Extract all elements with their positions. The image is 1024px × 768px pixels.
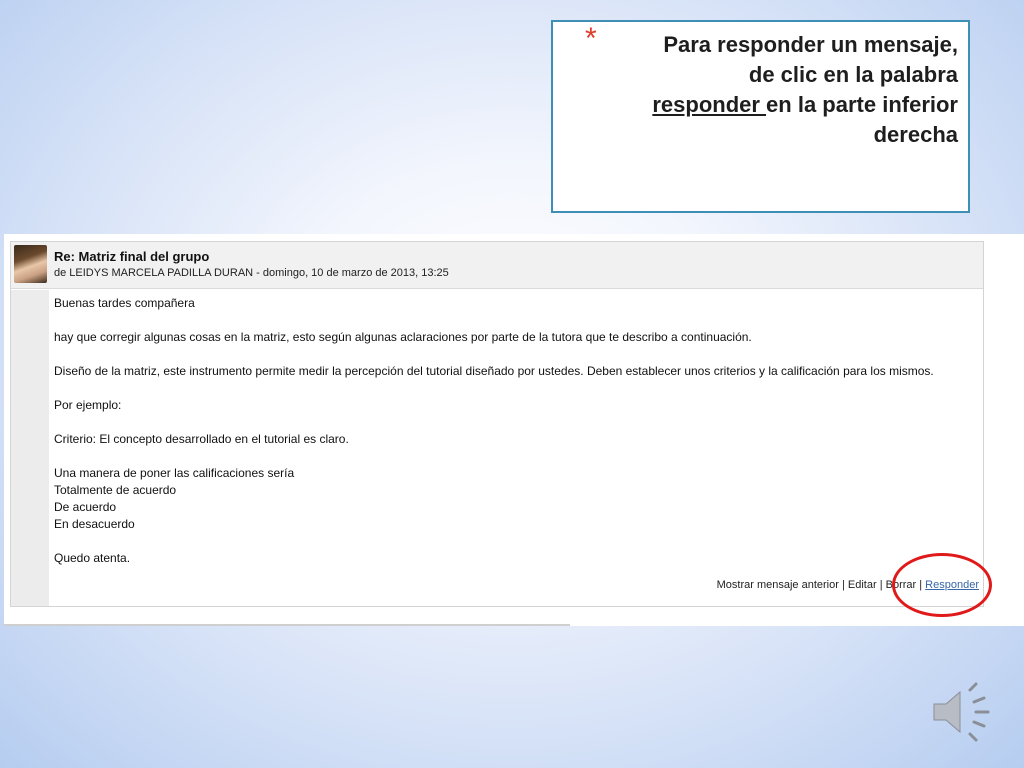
- body-paragraph: hay que corregir algunas cosas en la mat…: [54, 330, 752, 344]
- body-paragraph: Una manera de poner las calificaciones s…: [54, 466, 295, 480]
- instruction-line-3: responder en la parte inferior: [598, 90, 958, 120]
- forum-screenshot: Re: Matriz final del grupo de LEIDYS MAR…: [4, 234, 1024, 626]
- speaker-icon[interactable]: [930, 676, 1000, 746]
- body-list-item: En desacuerdo: [54, 517, 135, 531]
- forum-post: Re: Matriz final del grupo de LEIDYS MAR…: [10, 241, 984, 607]
- body-list-item: De acuerdo: [54, 500, 117, 514]
- instruction-line-4: derecha: [873, 122, 958, 147]
- body-paragraph: Criterio: El concepto desarrollado en el…: [54, 432, 349, 446]
- highlight-circle: [892, 553, 992, 617]
- post-byline: de LEIDYS MARCELA PADILLA DURAN - doming…: [54, 267, 449, 279]
- instruction-line-1: Para responder un mensaje,: [663, 32, 958, 57]
- edit-link[interactable]: Editar: [848, 579, 877, 591]
- divider: [4, 624, 570, 626]
- body-list-item: Totalmente de acuerdo: [54, 483, 177, 497]
- body-paragraph: Por ejemplo:: [54, 398, 122, 412]
- post-subject: Re: Matriz final del grupo: [54, 249, 210, 264]
- bullet-icon: *: [585, 22, 597, 55]
- instruction-line-3-rest: en la parte inferior: [766, 92, 958, 117]
- post-side-column: [11, 290, 49, 606]
- instruction-callout: * Para responder un mensaje, de clic en …: [551, 20, 970, 213]
- previous-message-link[interactable]: Mostrar mensaje anterior: [717, 579, 839, 591]
- post-body: Buenas tardes compañera hay que corregir…: [54, 295, 974, 567]
- instruction-keyword: responder: [652, 92, 767, 117]
- instruction-text: Para responder un mensaje, de clic en la…: [598, 30, 958, 150]
- body-paragraph: Diseño de la matriz, este instrumento pe…: [54, 364, 934, 378]
- body-paragraph: Buenas tardes compañera: [54, 296, 195, 310]
- body-paragraph: Quedo atenta.: [54, 551, 131, 565]
- avatar[interactable]: [14, 245, 47, 283]
- instruction-line-2: de clic en la palabra: [748, 62, 958, 87]
